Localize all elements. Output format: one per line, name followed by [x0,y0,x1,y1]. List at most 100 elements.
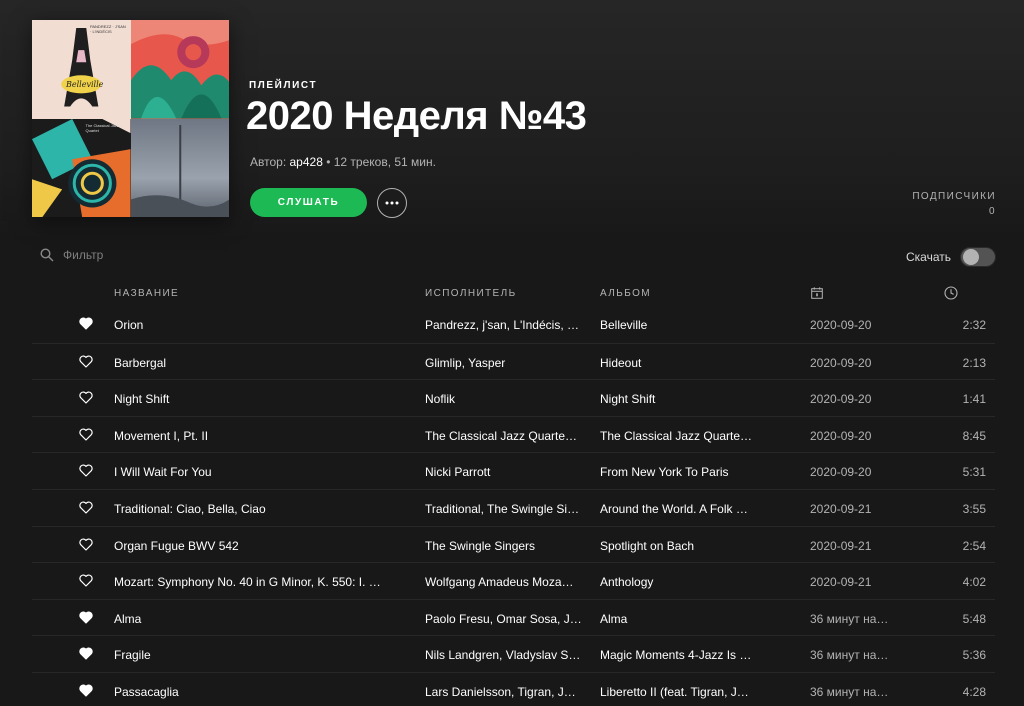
track-artist[interactable]: Nils Landgren, Vladyslav S… [425,648,590,662]
column-header-name[interactable]: НАЗВАНИЕ [114,288,179,299]
track-added-date: 36 минут на… [810,684,889,699]
heart-outline-icon[interactable] [79,538,93,551]
heart-filled-icon[interactable] [79,647,93,660]
track-artist[interactable]: The Classical Jazz Quarte… [425,429,590,443]
track-added-date: 2020-09-20 [810,318,872,332]
playlist-meta: Автор: ap428 • 12 треков, 51 мин. [250,155,436,169]
more-options-button[interactable] [377,188,407,218]
eiffel-tower-artwork [32,20,131,119]
track-added-date: 36 минут на… [810,648,889,663]
track-album[interactable]: Night Shift [600,392,772,406]
track-row[interactable]: Mozart: Symphony No. 40 in G Minor, K. 5… [32,562,995,599]
followers-count: 0 [989,206,996,217]
track-name[interactable]: Passacaglia [114,685,404,699]
track-name[interactable]: Orion [114,318,404,332]
heart-filled-icon[interactable] [79,317,93,330]
track-row[interactable]: Passacaglia Lars Danielsson, Tigran, J… Li… [32,671,995,706]
clock-icon[interactable] [944,286,958,300]
followers-block: ПОДПИСЧИКИ 0 [912,189,996,219]
search-icon [40,248,54,262]
track-album[interactable]: Spotlight on Bach [600,539,772,553]
track-name[interactable]: Traditional: Ciao, Bella, Ciao [114,502,404,516]
track-row[interactable]: Organ Fugue BWV 542 The Swingle Singers Sp… [32,525,995,563]
track-name[interactable]: Movement I, Pt. II [114,429,404,443]
track-artist[interactable]: Noflik [425,392,590,406]
track-name[interactable]: Alma [114,612,404,626]
owner-link[interactable]: ap428 [290,155,323,169]
heart-outline-icon[interactable] [79,355,93,368]
track-name[interactable]: Mozart: Symphony No. 40 in G Minor, K. 5… [114,575,404,589]
track-album[interactable]: Liberetto II (feat. Tigran, J… [600,685,772,699]
track-row[interactable]: Fragile Nils Landgren, Vladyslav S… Magic … [32,635,995,672]
track-row[interactable]: Traditional: Ciao, Bella, Ciao Traditiona… [32,488,995,526]
toggle-knob [963,249,979,265]
track-row[interactable]: Orion Pandrezz, j'san, L'Indécis, … Bellev… [32,306,995,343]
track-row[interactable]: I Will Wait For You Nicki Parrott From New… [32,452,995,489]
track-artist[interactable]: Glimlip, Yasper [425,356,590,370]
track-duration: 8:45 [962,428,986,443]
track-duration: 5:36 [962,648,986,663]
track-artist[interactable]: Paolo Fresu, Omar Sosa, J… [425,612,590,626]
calendar-icon[interactable] [811,287,823,299]
track-artist[interactable]: Pandrezz, j'san, L'Indécis, … [425,318,590,332]
track-album[interactable]: Around the World. A Folk … [600,502,772,516]
track-name[interactable]: Night Shift [114,392,404,406]
track-artist[interactable]: Wolfgang Amadeus Moza… [425,575,590,589]
cover-quartet-text: The Classical Jazz Quartet [85,122,119,133]
cover-tile-hideout [130,20,229,119]
followers-label: ПОДПИСЧИКИ [912,191,996,202]
track-name[interactable]: Fragile [114,648,404,662]
play-button[interactable]: СЛУШАТЬ [250,188,367,217]
heart-filled-icon[interactable] [79,684,93,697]
track-artist[interactable]: Lars Danielsson, Tigran, J… [425,685,590,699]
column-header-artist[interactable]: ИСПОЛНИТЕЛЬ [425,288,517,299]
track-added-date: 2020-09-20 [810,428,872,443]
heart-outline-icon[interactable] [79,391,93,404]
track-name[interactable]: Barbergal [114,356,404,370]
download-label: Скачать [906,250,951,264]
filter-input[interactable]: Фильтр [40,248,103,262]
download-toggle[interactable] [960,247,996,267]
track-album[interactable]: Belleville [600,318,772,332]
column-header-album[interactable]: АЛЬБОМ [600,288,651,299]
track-artist[interactable]: Traditional, The Swingle Si… [425,502,590,516]
track-added-date: 2020-09-20 [810,355,872,370]
track-row[interactable]: Movement I, Pt. II The Classical Jazz Qua… [32,415,995,453]
track-row[interactable]: Night Shift Noflik Night Shift 2020-09-20 1:… [32,379,995,416]
download-control: Скачать [906,247,996,267]
track-album[interactable]: From New York To Paris [600,465,772,479]
cover-tile-jazz-quartet: The Classical Jazz Quartet [32,118,131,217]
heart-outline-icon[interactable] [79,501,93,514]
track-album[interactable]: Magic Moments 4-Jazz Is … [600,648,772,662]
track-album[interactable]: Hideout [600,356,772,370]
track-artist[interactable]: Nicki Parrott [425,465,590,479]
heart-outline-icon[interactable] [79,464,93,477]
geometric-artwork [32,118,131,217]
track-added-date: 2020-09-21 [810,575,872,590]
heart-outline-icon[interactable] [79,428,93,441]
track-duration: 2:13 [962,355,986,370]
track-table-header: НАЗВАНИЕ ИСПОЛНИТЕЛЬ АЛЬБОМ [32,280,995,306]
heart-filled-icon[interactable] [79,611,93,624]
track-duration: 4:02 [962,575,986,590]
track-added-date: 2020-09-21 [810,501,872,516]
track-duration: 5:31 [962,465,986,480]
playlist-cover[interactable]: PANDREZZ · J'SAN · L'INDÉCIS Belleville … [32,20,229,217]
filter-placeholder: Фильтр [63,248,104,262]
heart-outline-icon[interactable] [79,574,93,587]
track-album[interactable]: The Classical Jazz Quarte… [600,429,772,443]
track-added-date: 36 минут на… [810,611,889,626]
track-name[interactable]: Organ Fugue BWV 542 [114,539,404,553]
track-album[interactable]: Anthology [600,575,772,589]
cover-header-text: PANDREZZ · J'SAN · L'INDÉCIS [90,24,126,34]
track-artist[interactable]: The Swingle Singers [425,539,590,553]
track-album[interactable]: Alma [600,612,772,626]
track-row[interactable]: Barbergal Glimlip, Yasper Hideout 2020-09-2… [32,342,995,380]
page-title: 2020 Неделя №43 [246,94,587,138]
track-duration: 3:55 [962,501,986,516]
abstract-plants-artwork [130,20,229,119]
track-row[interactable]: Alma Paolo Fresu, Omar Sosa, J… Alma 36 мин… [32,598,995,636]
track-duration: 4:28 [962,684,986,699]
cover-tile-belleville: PANDREZZ · J'SAN · L'INDÉCIS Belleville [32,20,131,119]
track-name[interactable]: I Will Wait For You [114,465,404,479]
